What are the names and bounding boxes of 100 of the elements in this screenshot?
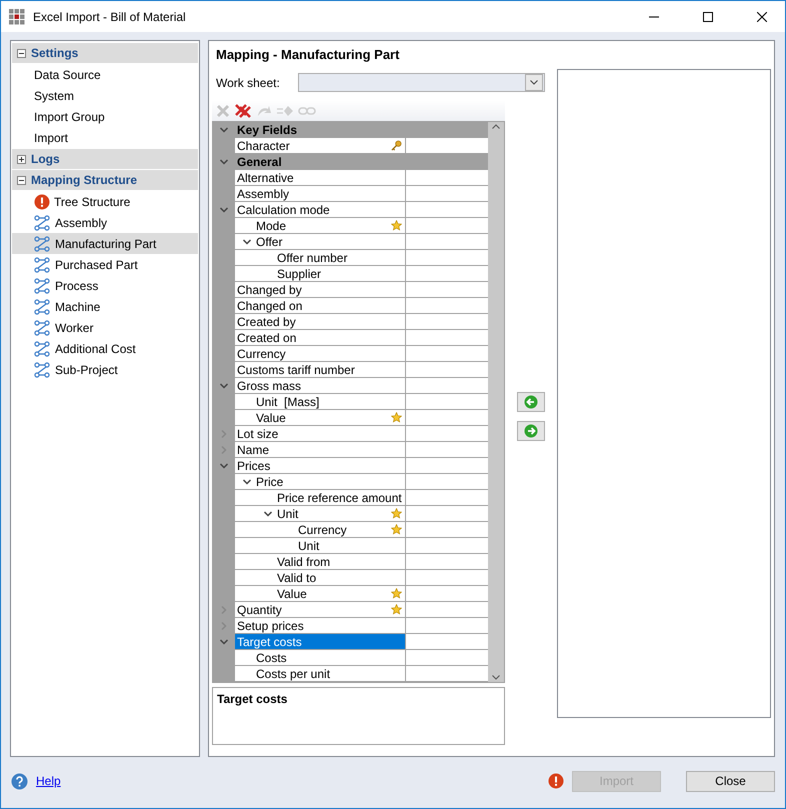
close-button[interactable]: Close — [686, 770, 775, 792]
field-name-cell[interactable]: Calculation mode — [235, 202, 406, 218]
scrollbar[interactable] — [488, 122, 504, 682]
field-name-cell[interactable]: Created on — [235, 330, 406, 346]
chevron-right-icon[interactable] — [219, 445, 229, 455]
move-right-button[interactable] — [516, 421, 545, 441]
nav-item[interactable]: Assembly — [12, 212, 198, 233]
field-name-cell[interactable]: Quantity — [235, 602, 406, 618]
value-cell[interactable] — [406, 586, 488, 602]
move-left-button[interactable] — [516, 392, 545, 412]
value-cell[interactable] — [406, 394, 488, 410]
chevron-down-icon[interactable] — [242, 236, 252, 246]
field-name-cell[interactable]: Supplier — [235, 266, 406, 282]
field-name-cell[interactable]: Valid from — [235, 554, 406, 570]
expand-icon[interactable] — [17, 154, 26, 164]
field-name-cell[interactable]: Name — [235, 442, 406, 458]
value-cell[interactable] — [406, 266, 488, 282]
nav-item[interactable]: Purchased Part — [12, 254, 198, 275]
field-name-cell[interactable]: Costs — [235, 650, 406, 666]
nav-item[interactable]: Import — [12, 127, 198, 148]
nav-item[interactable]: Data Source — [12, 64, 198, 85]
nav-item[interactable]: Tree Structure — [12, 191, 198, 212]
value-cell[interactable] — [406, 490, 488, 506]
help-link[interactable]: Help — [36, 774, 61, 788]
field-name-cell[interactable]: Offer — [235, 234, 406, 250]
help-icon[interactable] — [11, 772, 28, 790]
value-cell[interactable] — [406, 442, 488, 458]
field-name-cell[interactable]: Customs tariff number — [235, 362, 406, 378]
nav-item[interactable]: Manufacturing Part — [12, 233, 198, 254]
field-name-cell[interactable]: Created by — [235, 314, 406, 330]
value-cell[interactable] — [406, 506, 488, 522]
field-name-cell[interactable]: Lot size — [235, 426, 406, 442]
value-cell[interactable] — [406, 618, 488, 634]
nav-item[interactable]: System — [12, 85, 198, 106]
nav-item[interactable]: Machine — [12, 296, 198, 317]
chevron-down-icon[interactable] — [262, 508, 272, 518]
section-header[interactable]: Settings — [12, 43, 198, 63]
field-name-cell[interactable]: Prices — [235, 458, 406, 474]
value-cell[interactable] — [406, 522, 488, 538]
value-cell[interactable] — [406, 346, 488, 362]
field-name-cell[interactable]: Setup prices — [235, 618, 406, 634]
field-name-cell[interactable]: Target costs — [235, 634, 406, 650]
field-name-cell[interactable]: Assembly — [235, 186, 406, 202]
field-name-cell[interactable]: Value — [235, 586, 406, 602]
field-name-cell[interactable]: Changed by — [235, 282, 406, 298]
value-cell[interactable] — [406, 538, 488, 554]
field-name-cell[interactable]: Offer number — [235, 250, 406, 266]
value-cell[interactable] — [406, 426, 488, 442]
chevron-down-icon[interactable] — [530, 80, 538, 85]
collapse-icon[interactable] — [17, 48, 26, 58]
value-cell[interactable] — [406, 218, 488, 234]
group-header[interactable]: Key Fields — [235, 122, 488, 138]
chevron-right-icon[interactable] — [219, 621, 229, 631]
close-icon[interactable] — [757, 12, 767, 22]
value-cell[interactable] — [406, 650, 488, 666]
value-cell[interactable] — [406, 474, 488, 490]
chevron-right-icon[interactable] — [219, 429, 229, 439]
value-cell[interactable] — [406, 570, 488, 586]
value-cell[interactable] — [406, 282, 488, 298]
value-cell[interactable] — [406, 186, 488, 202]
value-cell[interactable] — [406, 378, 488, 394]
value-cell[interactable] — [406, 170, 488, 186]
value-cell[interactable] — [406, 410, 488, 426]
field-name-cell[interactable]: Changed on — [235, 298, 406, 314]
field-name-cell[interactable]: Value — [235, 410, 406, 426]
nav-item[interactable]: Import Group — [12, 106, 198, 127]
value-cell[interactable] — [406, 666, 488, 682]
field-name-cell[interactable]: Currency — [235, 522, 406, 538]
field-name-cell[interactable]: Gross mass — [235, 378, 406, 394]
field-name-cell[interactable]: Currency — [235, 346, 406, 362]
scroll-down-icon[interactable] — [492, 675, 500, 680]
value-cell[interactable] — [406, 138, 488, 154]
field-name-cell[interactable]: Price — [235, 474, 406, 490]
field-name-cell[interactable]: Valid to — [235, 570, 406, 586]
nav-item[interactable]: Worker — [12, 317, 198, 338]
value-cell[interactable] — [406, 458, 488, 474]
nav-item[interactable]: Sub-Project — [12, 359, 198, 380]
section-header[interactable]: Mapping Structure — [12, 170, 198, 190]
value-cell[interactable] — [406, 554, 488, 570]
field-name-cell[interactable]: Character — [235, 138, 406, 154]
field-name-cell[interactable]: Mode — [235, 218, 406, 234]
value-cell[interactable] — [406, 314, 488, 330]
chevron-right-icon[interactable] — [219, 605, 229, 615]
value-cell[interactable] — [406, 330, 488, 346]
scroll-up-icon[interactable] — [492, 124, 500, 129]
delete-all-icon[interactable] — [234, 102, 252, 118]
value-cell[interactable] — [406, 362, 488, 378]
chevron-down-icon[interactable] — [242, 476, 252, 486]
value-cell[interactable] — [406, 250, 488, 266]
value-cell[interactable] — [406, 602, 488, 618]
nav-item[interactable]: Additional Cost — [12, 338, 198, 359]
field-name-cell[interactable]: Unit [Mass] — [235, 394, 406, 410]
field-name-cell[interactable]: Price reference amount — [235, 490, 406, 506]
value-cell[interactable] — [406, 634, 488, 650]
collapse-icon[interactable] — [17, 176, 26, 184]
value-cell[interactable] — [406, 202, 488, 218]
value-cell[interactable] — [406, 298, 488, 314]
maximize-icon[interactable] — [703, 12, 713, 22]
value-cell[interactable] — [406, 234, 488, 250]
field-name-cell[interactable]: Alternative — [235, 170, 406, 186]
